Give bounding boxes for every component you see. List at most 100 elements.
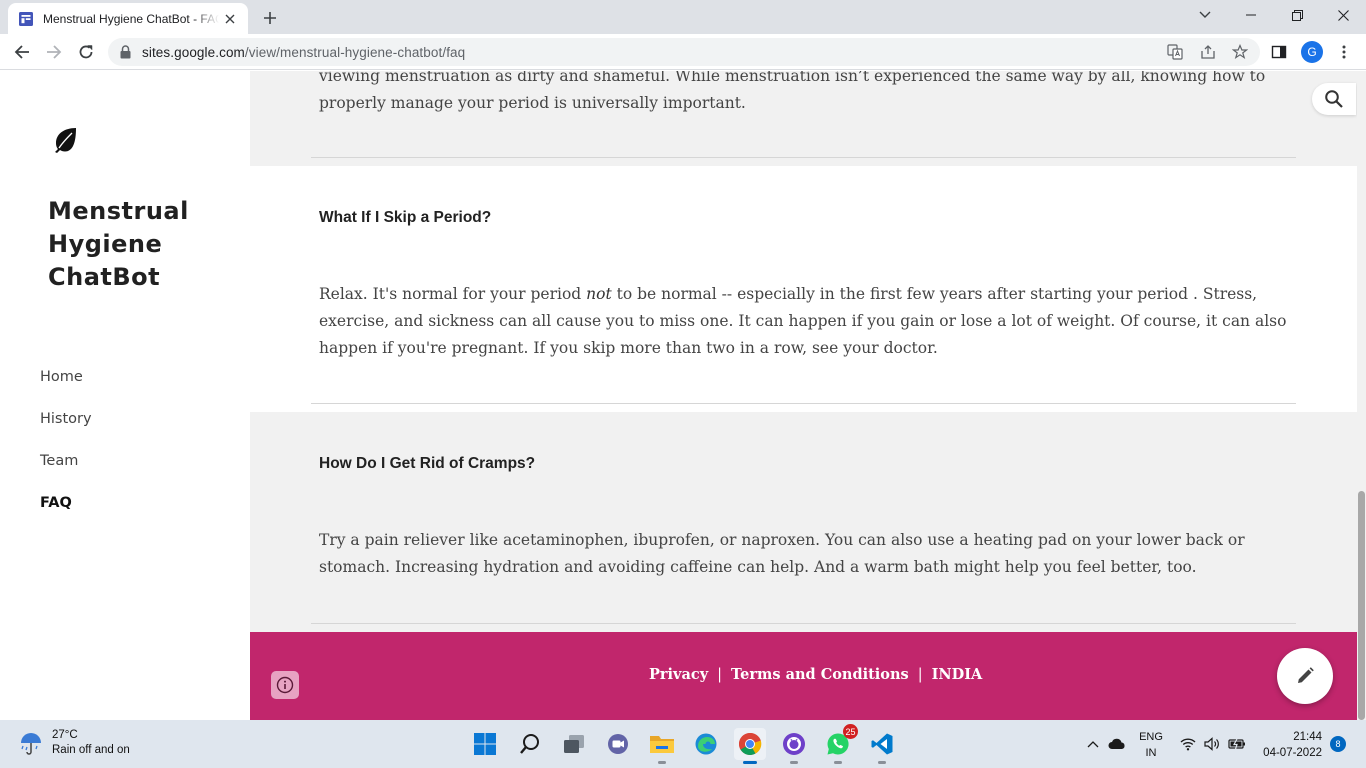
- chrome-icon: [739, 732, 762, 755]
- volume-status[interactable]: [1202, 720, 1222, 768]
- github-icon: [783, 733, 805, 755]
- lock-icon[interactable]: [120, 45, 132, 59]
- teams-chat-button[interactable]: [602, 728, 634, 760]
- answer-emphasis: not: [586, 285, 612, 303]
- chevron-up-icon: [1087, 741, 1099, 748]
- onedrive-button[interactable]: [1106, 720, 1128, 768]
- footer-link-privacy[interactable]: Privacy: [649, 666, 708, 683]
- footer-links: Privacy | Terms and Conditions | INDIA: [649, 666, 982, 683]
- language-code: ENG: [1139, 731, 1163, 743]
- edge-icon: [695, 733, 717, 755]
- leaf-logo-icon[interactable]: [52, 125, 80, 153]
- section-divider: [311, 623, 1296, 624]
- footer-separator: |: [717, 667, 723, 683]
- tab-search-button[interactable]: [1182, 0, 1228, 30]
- nav-item-team[interactable]: Team: [40, 450, 92, 492]
- notification-center-badge[interactable]: 8: [1330, 736, 1346, 752]
- folder-icon: [650, 736, 674, 753]
- faq-answer-text: Try a pain reliever like acetaminophen, …: [319, 531, 1245, 576]
- section-divider: [311, 157, 1296, 158]
- restore-icon: [1291, 9, 1303, 21]
- footer-link-terms[interactable]: Terms and Conditions: [731, 666, 909, 683]
- chevron-down-icon: [1199, 11, 1211, 18]
- faq-answer-text: viewing menstruation as dirty and shamef…: [319, 71, 1266, 112]
- system-clock[interactable]: 21:44 04-07-2022: [1252, 729, 1322, 761]
- pencil-icon: [1298, 667, 1314, 683]
- edge-button[interactable]: [690, 728, 722, 760]
- minimize-icon: [1246, 14, 1256, 16]
- start-button[interactable]: [469, 728, 501, 760]
- nav-item-faq[interactable]: FAQ: [40, 492, 92, 534]
- new-tab-button[interactable]: [258, 6, 282, 30]
- vscode-icon: [871, 733, 893, 755]
- arrow-left-icon: [14, 45, 29, 59]
- url-path: /view/menstrual-hygiene-chatbot/faq: [244, 44, 466, 60]
- github-desktop-button[interactable]: [778, 728, 810, 764]
- plus-icon: [264, 12, 276, 24]
- nav-item-history[interactable]: History: [40, 408, 92, 450]
- bookmark-star-icon[interactable]: [1232, 44, 1248, 60]
- site-footer: Privacy | Terms and Conditions | INDIA: [250, 632, 1357, 720]
- reload-button[interactable]: [72, 38, 100, 66]
- battery-status[interactable]: [1226, 720, 1248, 768]
- tab-title: Menstrual Hygiene ChatBot - FAQ: [43, 11, 219, 26]
- browser-toolbar: sites.google.com/view/menstrual-hygiene-…: [0, 34, 1366, 70]
- site-info-button[interactable]: [271, 671, 299, 699]
- windows-taskbar: 27°C Rain off and on 25 ENG IN 21:44 04-…: [0, 720, 1366, 768]
- scrollbar-thumb[interactable]: [1358, 491, 1365, 720]
- umbrella-rain-icon: [21, 733, 41, 755]
- close-window-button[interactable]: [1320, 0, 1366, 30]
- input-language-indicator[interactable]: ENG IN: [1136, 729, 1166, 761]
- windows-logo-icon: [474, 733, 496, 755]
- whatsapp-button[interactable]: 25: [822, 724, 858, 764]
- taskbar-search-button[interactable]: [514, 728, 546, 760]
- profile-avatar[interactable]: G: [1301, 41, 1323, 63]
- site-navigation: Home History Team FAQ: [40, 366, 92, 534]
- back-button[interactable]: [8, 38, 36, 66]
- forward-button[interactable]: [40, 38, 68, 66]
- nav-item-home[interactable]: Home: [40, 366, 92, 408]
- site-search-button[interactable]: [1312, 83, 1356, 115]
- more-options-icon[interactable]: [1336, 44, 1352, 60]
- faq-section-previous: viewing menstruation as dirty and shamef…: [250, 71, 1357, 166]
- wifi-icon: [1180, 738, 1196, 751]
- page-scrollbar[interactable]: [1357, 71, 1366, 720]
- side-panel-icon[interactable]: [1271, 44, 1287, 60]
- footer-link-india[interactable]: INDIA: [932, 666, 983, 683]
- file-explorer-button[interactable]: [646, 728, 678, 764]
- cloud-icon: [1108, 738, 1125, 749]
- arrow-right-icon: [47, 45, 62, 59]
- weather-widget[interactable]: 27°C Rain off and on: [18, 728, 130, 758]
- edit-page-button[interactable]: [1277, 648, 1333, 704]
- chrome-button[interactable]: [734, 728, 766, 764]
- browser-tab[interactable]: Menstrual Hygiene ChatBot - FAQ: [8, 3, 248, 34]
- tab-close-icon[interactable]: [222, 11, 238, 27]
- site-title[interactable]: Menstrual Hygiene ChatBot: [48, 195, 238, 294]
- minimize-button[interactable]: [1228, 0, 1274, 30]
- clock-time: 21:44: [1293, 731, 1322, 743]
- chat-icon: [608, 734, 628, 754]
- show-hidden-icons-button[interactable]: [1083, 720, 1103, 768]
- page-viewport: Menstrual Hygiene ChatBot Home History T…: [0, 71, 1366, 720]
- restore-button[interactable]: [1274, 0, 1320, 30]
- faq-question: How Do I Get Rid of Cramps?: [319, 455, 536, 472]
- whatsapp-unread-badge: 25: [843, 724, 858, 739]
- task-view-button[interactable]: [558, 728, 590, 760]
- section-divider: [311, 403, 1296, 404]
- address-bar[interactable]: sites.google.com/view/menstrual-hygiene-…: [108, 38, 1260, 66]
- battery-charging-icon: [1228, 738, 1245, 750]
- translate-icon[interactable]: [1167, 44, 1183, 60]
- faq-question: What If I Skip a Period?: [319, 209, 492, 226]
- url-host: sites.google.com: [142, 44, 245, 60]
- wifi-status[interactable]: [1178, 720, 1198, 768]
- google-sites-favicon-icon: [19, 11, 33, 26]
- task-view-icon: [564, 735, 584, 753]
- footer-separator: |: [917, 667, 923, 683]
- url-text: sites.google.com/view/menstrual-hygiene-…: [142, 45, 465, 60]
- vscode-button[interactable]: [866, 728, 898, 764]
- close-icon: [1337, 9, 1349, 21]
- weather-description: Rain off and on: [52, 744, 130, 756]
- main-content: viewing menstruation as dirty and shamef…: [250, 71, 1357, 720]
- share-icon[interactable]: [1200, 44, 1216, 60]
- weather-temperature: 27°C: [52, 729, 78, 741]
